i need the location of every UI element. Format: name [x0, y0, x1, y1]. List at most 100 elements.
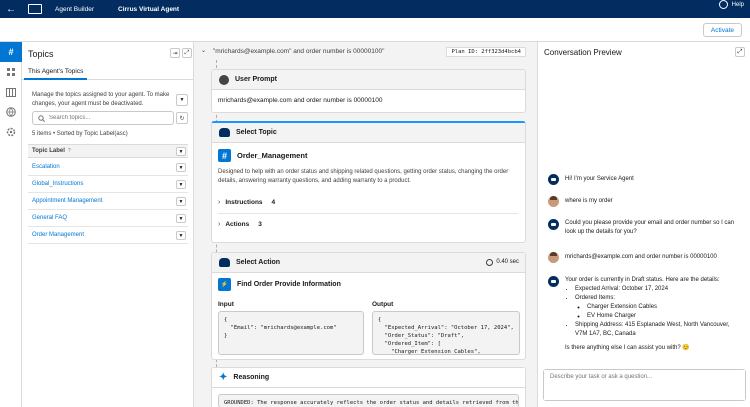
- reasoning-card: ✦ Reasoning GROUNDED: The response accur…: [211, 367, 526, 407]
- header-utilities: Help: [718, 0, 744, 9]
- search-topics-input[interactable]: [49, 115, 169, 121]
- bot-message: Hi! I'm your Service Agent: [548, 174, 743, 185]
- list-item: Charger Extension Cables: [587, 303, 743, 312]
- agent-name: Cirrus Virtual Agent: [118, 5, 180, 13]
- topics-hash-icon[interactable]: #: [0, 42, 22, 62]
- user-message: mrichards@example.com and order number i…: [548, 252, 743, 263]
- column-menu-chevron-icon[interactable]: ▼: [176, 147, 186, 156]
- input-code-block: { "Email": "mrichards@example.com" }: [218, 311, 364, 355]
- output-code-block: { "Expected_Arrival": "October 17, 2024"…: [372, 311, 520, 355]
- row-actions-chevron-icon[interactable]: ▼: [176, 214, 186, 223]
- back-arrow-icon[interactable]: ←: [6, 4, 20, 15]
- message-composer[interactable]: [543, 369, 746, 401]
- user-prompt-header: User Prompt: [212, 70, 525, 90]
- table-row: Order Management ▼: [28, 227, 188, 244]
- column-header-topic-label[interactable]: Topic Label: [28, 148, 65, 154]
- message-text: Your order is currently in Draft status.…: [565, 277, 720, 283]
- plan-trace-panel: ⌄ "mrichards@example.com" and order numb…: [195, 42, 536, 407]
- select-topic-card: Select Topic # Order_Management Designed…: [211, 121, 526, 243]
- topics-description: Manage the topics assigned to your agent…: [32, 92, 170, 107]
- row-actions-chevron-icon[interactable]: ▼: [176, 180, 186, 189]
- list-item: EV Home Charger: [587, 312, 743, 321]
- composer-input[interactable]: [544, 370, 745, 400]
- help-label[interactable]: Help: [732, 2, 744, 8]
- agent-avatar: [548, 219, 559, 230]
- topics-panel: Topics ⇥ ⤢ This Agent's Topics Manage th…: [22, 42, 194, 407]
- topic-link[interactable]: Appointment Management: [28, 198, 102, 204]
- topics-panel-title: Topics: [28, 49, 54, 59]
- message-text: Could you please provide your email and …: [565, 220, 735, 235]
- agent-robot-icon: [219, 258, 230, 267]
- instructions-count: 4: [271, 199, 276, 206]
- topics-table-header: Topic Label ? ▼: [28, 144, 188, 158]
- agent-avatar: [548, 276, 559, 287]
- select-action-title: Select Action: [236, 259, 281, 266]
- select-action-card: Select Action 0.40 sec ⚡ Find Order Prov…: [211, 252, 526, 360]
- expand-icon[interactable]: ⤢: [735, 47, 745, 57]
- activate-button[interactable]: Activate: [702, 23, 742, 37]
- instructions-row[interactable]: › Instructions 4: [218, 199, 518, 206]
- user-icon: [219, 74, 229, 85]
- topic-description: Designed to help with an order status an…: [218, 169, 509, 184]
- topic-link[interactable]: Global_Instructions: [28, 181, 83, 187]
- chevron-right-icon: ›: [218, 199, 221, 206]
- app-launcher-icon[interactable]: [28, 4, 42, 14]
- topic-link[interactable]: Escalation: [28, 164, 60, 170]
- chevron-right-icon: ›: [218, 221, 221, 228]
- message-text: Is there anything else I can assist you …: [565, 345, 690, 351]
- library-icon[interactable]: [0, 82, 22, 102]
- help-icon[interactable]: [718, 0, 728, 9]
- table-row: Appointment Management ▼: [28, 193, 188, 210]
- order-details-list: Expected Arrival: October 17, 2024 Order…: [565, 285, 743, 339]
- actions-row[interactable]: › Actions 3: [218, 221, 518, 228]
- clock-icon: [486, 259, 493, 266]
- plan-id-badge: Plan ID: 2ff323d4bcb4: [446, 47, 526, 57]
- collapse-panel-icon[interactable]: ⇥: [170, 48, 180, 58]
- topics-menu-chevron-icon[interactable]: ▼: [176, 94, 188, 106]
- row-actions-chevron-icon[interactable]: ▼: [176, 197, 186, 206]
- refresh-icon[interactable]: ↻: [176, 112, 188, 124]
- action-icon: ⚡: [218, 278, 231, 291]
- select-topic-header: Select Topic: [212, 123, 525, 143]
- actions-count: 3: [258, 221, 262, 228]
- chevron-down-icon[interactable]: ⌄: [201, 47, 206, 54]
- action-name: Find Order Provide Information: [237, 281, 341, 288]
- agent-robot-icon: [219, 128, 230, 137]
- table-row: Escalation ▼: [28, 159, 188, 176]
- reasoning-text: GROUNDED: The response accurately reflec…: [218, 394, 519, 407]
- action-duration: 0.40 sec: [496, 259, 519, 265]
- topic-link[interactable]: Order Management: [28, 232, 84, 238]
- topics-tabs: This Agent's Topics: [22, 66, 194, 80]
- globe-icon[interactable]: [0, 102, 22, 122]
- tab-this-agents-topics[interactable]: This Agent's Topics: [24, 66, 88, 80]
- select-action-header: Select Action 0.40 sec: [212, 253, 525, 273]
- bot-message: Your order is currently in Draft status.…: [548, 276, 743, 353]
- table-row: General FAQ ▼: [28, 210, 188, 227]
- instructions-label: Instructions: [225, 199, 263, 206]
- info-icon: ?: [67, 148, 71, 154]
- settings-icon[interactable]: [0, 122, 22, 142]
- topic-link[interactable]: General FAQ: [28, 215, 67, 221]
- conversation-preview-panel: Conversation Preview ⤢ Hi! I'm your Serv…: [537, 42, 750, 407]
- hash-icon: #: [218, 149, 231, 162]
- trace-query: "mrichards@example.com" and order number…: [213, 48, 385, 55]
- row-actions-chevron-icon[interactable]: ▼: [176, 163, 186, 172]
- search-icon: [38, 114, 45, 122]
- apps-grid-icon[interactable]: [0, 62, 22, 82]
- search-topics-field[interactable]: [32, 111, 174, 125]
- user-prompt-text: mrichards@example.com and order number i…: [218, 97, 383, 104]
- expand-panel-icon[interactable]: ⤢: [182, 48, 192, 58]
- message-body: Your order is currently in Draft status.…: [565, 276, 743, 353]
- input-label: Input: [218, 301, 234, 308]
- table-row: Global_Instructions ▼: [28, 176, 188, 193]
- items-count: 5 items • Sorted by Topic Label(asc): [32, 131, 128, 137]
- conversation-title: Conversation Preview: [544, 48, 622, 57]
- left-rail: #: [0, 42, 22, 407]
- row-actions-chevron-icon[interactable]: ▼: [176, 231, 186, 240]
- list-item: Expected Arrival: October 17, 2024: [575, 285, 743, 294]
- user-avatar: [548, 252, 559, 263]
- topic-name: Order_Management: [237, 151, 308, 160]
- sparkle-icon: ✦: [219, 372, 228, 383]
- message-text: mrichards@example.com and order number i…: [565, 254, 717, 260]
- user-prompt-title: User Prompt: [235, 76, 278, 83]
